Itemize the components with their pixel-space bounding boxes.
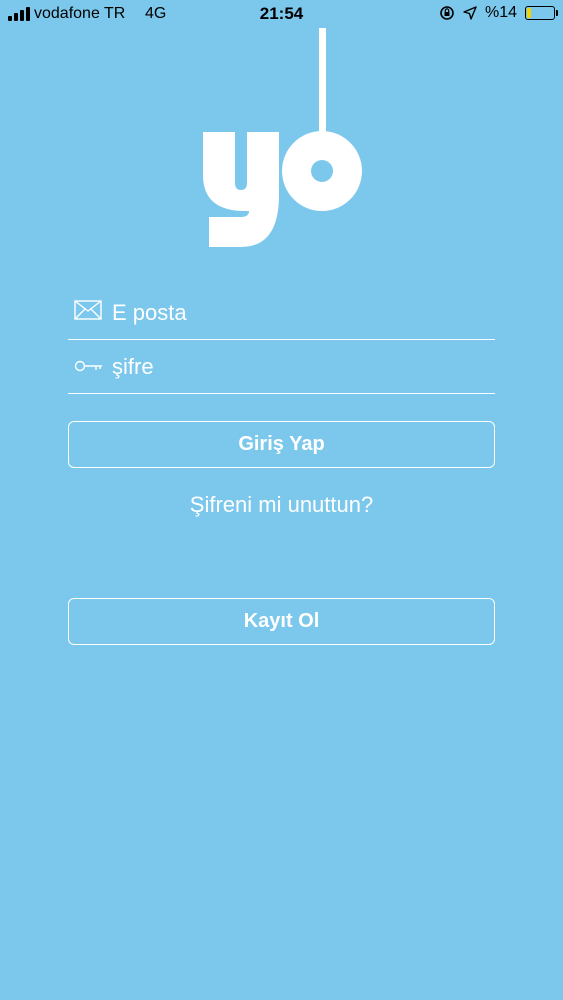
forgot-password-link[interactable]: Şifreni mi unuttun? (0, 492, 563, 518)
orientation-lock-icon (440, 6, 454, 20)
status-indicators: %14 (439, 4, 558, 22)
password-field[interactable] (68, 346, 495, 394)
register-button[interactable]: Kayıt Ol (68, 598, 495, 645)
yo-logo (203, 28, 362, 247)
battery-icon (525, 6, 558, 20)
battery-percentage: %14 (484, 4, 517, 21)
email-input[interactable] (112, 296, 482, 330)
location-arrow-icon (463, 6, 477, 20)
battery-level (527, 8, 531, 18)
key-icon (74, 360, 102, 372)
email-field[interactable] (68, 292, 495, 340)
login-button[interactable]: Giriş Yap (68, 421, 495, 468)
envelope-icon (74, 300, 102, 320)
password-input[interactable] (112, 350, 482, 384)
